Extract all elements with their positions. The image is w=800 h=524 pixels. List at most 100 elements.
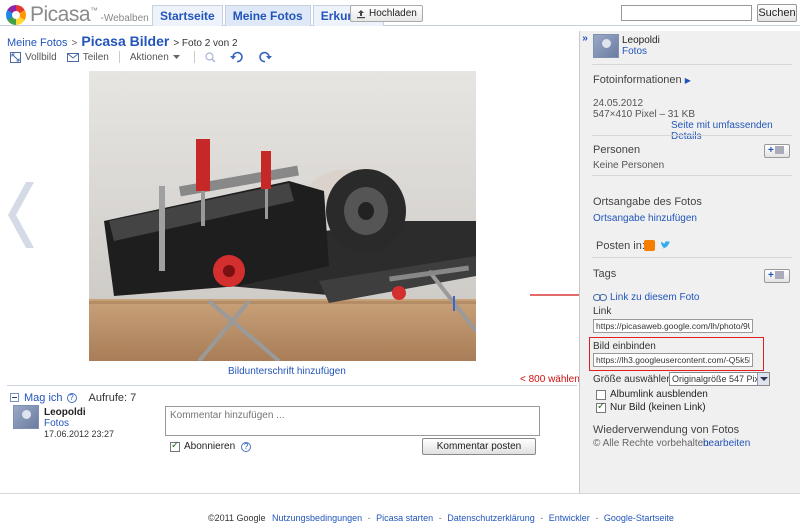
rotate-right-icon	[259, 51, 272, 63]
logo-subtitle: -Webalben	[100, 13, 149, 24]
magnifier-icon	[205, 51, 216, 63]
chevron-right-icon: ▶	[684, 76, 691, 85]
sidebar-divider	[592, 175, 792, 176]
footer-link-terms[interactable]: Nutzungsbedingungen	[272, 513, 362, 523]
footer-link-picasa[interactable]: Picasa starten	[376, 513, 433, 523]
picasa-logo[interactable]: Picasa™ -Webalben	[6, 3, 149, 27]
upload-icon	[357, 9, 365, 18]
photo-date: 24.05.2012	[593, 98, 644, 109]
sidebar-divider	[592, 64, 792, 65]
sidebar-divider	[592, 257, 792, 258]
photo-dimensions: 547×410 Pixel – 31 KB	[593, 109, 696, 120]
full-details-link[interactable]: Seite mit umfassenden Details	[671, 120, 800, 142]
logo-text: Picasa™	[30, 3, 98, 26]
rotate-left-button[interactable]	[229, 51, 248, 63]
hide-album-link-checkbox[interactable]	[596, 389, 606, 400]
people-heading: Personen	[593, 144, 641, 156]
add-person-button[interactable]: +	[764, 144, 790, 158]
blogger-icon[interactable]	[644, 240, 655, 251]
reuse-heading: Wiederverwendung von Fotos	[593, 424, 740, 436]
subscribe-checkbox[interactable]	[170, 440, 180, 452]
rotate-left-icon	[229, 51, 243, 63]
footer-links: ©2011 Google Nutzungsbedingungen - Picas…	[208, 513, 674, 523]
people-value: Keine Personen	[593, 160, 665, 171]
twitter-icon[interactable]	[660, 240, 671, 251]
tags-heading: Tags	[593, 268, 617, 280]
share-button[interactable]: Teilen	[66, 51, 109, 63]
tag-icon	[774, 271, 784, 280]
footer-separator: -	[595, 513, 599, 523]
avatar[interactable]	[13, 405, 39, 429]
footer-copyright: ©2011 Google	[208, 513, 266, 523]
like-bar: Mag ich ? Aufrufe: 7	[7, 385, 577, 404]
views-count: Aufrufe: 7	[88, 391, 137, 404]
image-only-checkbox[interactable]	[596, 401, 606, 413]
subscribe-label: Abonnieren	[184, 441, 236, 452]
fullscreen-label: Vollbild	[25, 51, 57, 63]
upload-label: Hochladen	[369, 8, 417, 19]
breadcrumb-separator: >	[71, 38, 78, 49]
annotation-note: < 800 wählen !	[520, 374, 586, 385]
size-label: Größe auswählen	[593, 374, 672, 385]
footer-link-privacy[interactable]: Datenschutzerklärung	[447, 513, 535, 523]
comment-user-fotos-link[interactable]: Fotos	[44, 418, 69, 429]
owner-fotos-link[interactable]: Fotos	[622, 46, 647, 57]
avatar[interactable]	[593, 34, 619, 58]
comment-date: 17.06.2012 23:27	[44, 429, 115, 439]
photo-sidebar: » Leopoldi Fotos Fotoinformationen ▶ 24.…	[579, 31, 800, 493]
chevron-down-icon	[757, 373, 769, 385]
person-icon	[774, 146, 784, 155]
actions-menu[interactable]: Aktionen	[130, 52, 184, 63]
zoom-button[interactable]	[205, 51, 220, 63]
edit-rights-link[interactable]: bearbeiten	[703, 438, 750, 449]
photo-toolbar: Vollbild Teilen Aktionen	[10, 50, 286, 64]
hide-album-link-option[interactable]: Albumlink ausblenden	[596, 389, 708, 400]
tab-meine-fotos[interactable]: Meine Fotos	[224, 5, 311, 26]
envelope-icon	[66, 52, 79, 62]
fullscreen-button[interactable]: Vollbild	[10, 51, 57, 63]
photo-link-field[interactable]	[593, 319, 753, 333]
main-photo[interactable]	[89, 71, 476, 361]
footer-separator: -	[438, 513, 442, 523]
post-in-label: Posten in:	[596, 240, 645, 252]
picasa-pinwheel-icon	[6, 5, 26, 25]
link-to-photo-toggle[interactable]: Link zu diesem Foto	[593, 292, 700, 303]
share-label: Teilen	[82, 51, 109, 63]
page-footer: ©2011 Google Nutzungsbedingungen - Picas…	[0, 493, 800, 524]
chevron-down-icon	[172, 54, 180, 59]
help-icon[interactable]: ?	[66, 392, 77, 403]
fullscreen-icon	[10, 51, 21, 63]
breadcrumb: Meine Fotos > Picasa Bilder > Foto 2 von…	[7, 33, 238, 49]
comment-input[interactable]	[165, 406, 540, 436]
collapse-icon[interactable]	[10, 393, 19, 402]
comment-username: Leopoldi	[44, 407, 86, 418]
subscribe-checkbox-row[interactable]: Abonnieren ?	[170, 440, 252, 452]
upload-button[interactable]: Hochladen	[350, 5, 423, 22]
add-tag-button[interactable]: +	[764, 269, 790, 283]
add-caption-link[interactable]: Bildunterschrift hinzufügen	[228, 366, 346, 377]
rights-text: © Alle Rechte vorbehalten	[593, 438, 709, 449]
embed-code-field[interactable]	[593, 353, 753, 367]
tab-startseite[interactable]: Startseite	[152, 5, 223, 26]
help-icon[interactable]: ?	[241, 441, 252, 452]
search-button[interactable]: Suchen	[757, 4, 797, 22]
footer-separator: -	[367, 513, 371, 523]
size-select[interactable]: Originalgröße 547 Pixel	[669, 372, 770, 386]
toolbar-divider	[118, 51, 120, 63]
sidebar-divider	[592, 135, 792, 136]
breadcrumb-meine-fotos[interactable]: Meine Fotos	[7, 37, 68, 49]
like-link[interactable]: Mag ich	[24, 392, 63, 404]
add-location-link[interactable]: Ortsangabe hinzufügen	[593, 213, 697, 224]
post-comment-button[interactable]: Kommentar posten	[422, 438, 536, 455]
search-input[interactable]	[621, 5, 752, 21]
collapse-sidebar-icon[interactable]: »	[580, 33, 590, 44]
footer-link-developers[interactable]: Entwickler	[549, 513, 590, 523]
embed-label: Bild einbinden	[593, 341, 656, 352]
rotate-right-button[interactable]	[258, 51, 276, 63]
previous-photo-arrow-icon[interactable]	[6, 180, 40, 250]
breadcrumb-album[interactable]: Picasa Bilder	[81, 33, 169, 49]
image-only-option[interactable]: Nur Bild (keinen Link)	[596, 401, 706, 413]
footer-link-google-home[interactable]: Google-Startseite	[604, 513, 674, 523]
toolbar-divider	[193, 51, 195, 63]
photo-info-heading[interactable]: Fotoinformationen ▶	[593, 74, 691, 86]
